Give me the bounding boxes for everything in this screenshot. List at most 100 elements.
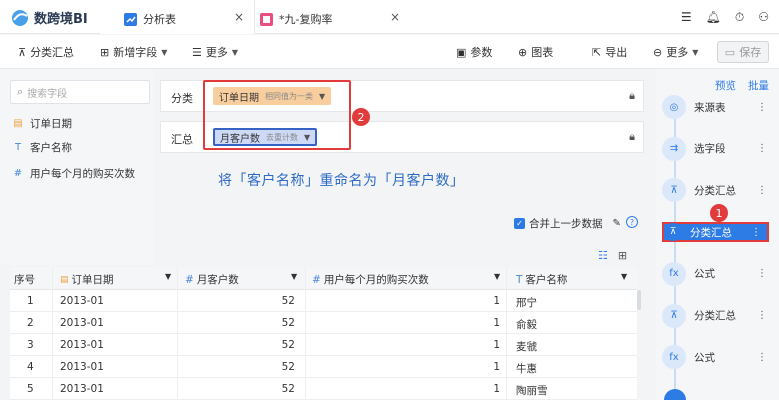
analysis-icon — [124, 12, 137, 26]
view-toggle: ☷ ⊞ — [598, 249, 627, 262]
group-summary-label: 分类汇总 — [30, 46, 75, 59]
chevron-down-icon[interactable]: ▼ — [621, 272, 627, 281]
more-left-button[interactable]: ☰ 更多 ▼ — [192, 44, 238, 60]
add-field-button[interactable]: ⊞ 新增字段 ▼ — [100, 44, 167, 60]
more-vertical-icon[interactable]: ⋮ — [757, 268, 767, 279]
more-vertical-icon[interactable]: ⋮ — [757, 143, 767, 154]
more-vertical-icon[interactable]: ⋮ — [751, 227, 761, 238]
help-icon[interactable]: ? — [626, 216, 638, 228]
table-cell: 2013-01 — [60, 383, 104, 395]
table-cell: 1 — [493, 383, 500, 395]
table-cell: 邢宁 — [516, 297, 537, 309]
more-vertical-icon[interactable]: ⋮ — [757, 185, 767, 196]
field-label: 客户名称 — [30, 142, 72, 154]
table-cell: 52 — [281, 361, 295, 373]
save-button[interactable]: ▭ 保存 — [717, 41, 769, 63]
add-field-icon: ⊞ — [100, 45, 110, 59]
table-row[interactable]: 5 2013-01 52 1 陶丽雪 — [10, 378, 637, 400]
chart-button[interactable]: ⊕ 图表 — [518, 44, 553, 60]
table-row[interactable]: 2 2013-01 52 1 俞毅 — [10, 312, 637, 334]
field-monthly-purchases[interactable]: # 用户每个月的购买次数 — [12, 166, 135, 181]
params-label: 参数 — [470, 46, 493, 59]
step-label: 分类汇总 — [694, 310, 736, 322]
user-icon[interactable]: ⚇ — [758, 10, 769, 25]
col-header-monthly-customers[interactable]: # 月客户数 — [185, 272, 239, 287]
save-label: 保存 — [739, 46, 762, 59]
table-cell: 1 — [493, 295, 500, 307]
header-label: 用户每个月的购买次数 — [323, 274, 429, 286]
col-header-monthly-purchases[interactable]: # 用户每个月的购买次数 — [312, 272, 429, 287]
table-cell: 麦虢 — [516, 341, 537, 353]
list-icon[interactable]: ☰ — [681, 10, 692, 25]
more-vertical-icon[interactable]: ⋮ — [757, 102, 767, 113]
table-scrollbar[interactable] — [637, 290, 641, 310]
chevron-down-icon: ▼ — [692, 47, 699, 57]
pen-icon[interactable]: ✎ — [613, 218, 621, 229]
lock-icon[interactable]: 🔒︎ — [629, 89, 635, 103]
date-icon: ▤ — [60, 274, 69, 285]
table-cell: 52 — [281, 383, 295, 395]
table-cell: 52 — [281, 339, 295, 351]
params-button[interactable]: ▣ 参数 — [456, 44, 492, 60]
bell-icon[interactable]: 🔔︎ — [706, 10, 721, 25]
table-row[interactable]: 4 2013-01 52 1 牛惠 — [10, 356, 637, 378]
col-header-customer-name[interactable]: T 客户名称 — [516, 272, 567, 287]
flow-step[interactable]: ⊼ 分类汇总 ⋮ — [662, 178, 773, 203]
text-icon: T — [14, 142, 22, 153]
table-header: 序号 ▤ 订单日期 ▼ # 月客户数 ▼ # 用户每个月的购买次数 ▼ T 客户… — [10, 267, 637, 290]
field-order-date[interactable]: ▤ 订单日期 — [12, 116, 72, 131]
flow-step[interactable]: ⊼ 分类汇总 ⋮ — [662, 222, 769, 242]
chevron-down-icon[interactable]: ▼ — [291, 272, 297, 281]
logo-icon — [12, 9, 28, 26]
list-view-icon[interactable]: ☷ — [598, 249, 608, 262]
grid-view-icon[interactable]: ⊞ — [618, 249, 627, 262]
header-label: 月客户数 — [196, 274, 239, 286]
tab-repurchase[interactable]: *九-复购率 × — [258, 0, 408, 34]
more-right-label: 更多 — [666, 46, 689, 59]
more-vertical-icon[interactable]: ⋮ — [757, 310, 767, 321]
preview-link[interactable]: 预览 — [715, 78, 736, 93]
group-summary-button[interactable]: ⊼ 分类汇总 — [18, 44, 74, 60]
col-header-order-date[interactable]: ▤ 订单日期 — [60, 272, 114, 287]
batch-link[interactable]: 批量 — [748, 78, 769, 93]
chevron-down-icon: ▼ — [231, 47, 239, 57]
header-label: 订单日期 — [71, 274, 114, 286]
more-right-button[interactable]: ⊖ 更多 ▼ — [653, 44, 698, 60]
data-table: 序号 ▤ 订单日期 ▼ # 月客户数 ▼ # 用户每个月的购买次数 ▼ T 客户… — [10, 267, 637, 400]
flow-step[interactable]: fx 公式 ⋮ — [662, 261, 773, 286]
tab-analysis[interactable]: 分析表 × — [100, 0, 255, 34]
table-row[interactable]: 1 2013-01 52 1 邢宁 — [10, 290, 637, 312]
close-icon[interactable]: × — [234, 10, 244, 24]
field-label: 订单日期 — [30, 118, 72, 130]
flow-step[interactable]: ◎ 来源表 ⋮ — [662, 95, 773, 119]
more-vertical-icon[interactable]: ⋮ — [757, 352, 767, 363]
chart-label: 图表 — [531, 46, 554, 59]
flow-step[interactable]: fx 公式 ⋮ — [662, 345, 773, 370]
timer-icon[interactable]: ⏱︎ — [735, 10, 744, 25]
search-input[interactable]: ⌕ 搜索字段 — [10, 80, 150, 104]
field-customer-name[interactable]: T 客户名称 — [12, 140, 72, 155]
tab-label: 分析表 — [143, 13, 176, 26]
table-cell: 5 — [27, 383, 34, 395]
table-cell: 俞毅 — [516, 319, 537, 331]
table-cell: 52 — [281, 295, 295, 307]
export-button[interactable]: ⇱ 导出 — [592, 44, 627, 60]
group-by-label: 分类 — [171, 92, 193, 105]
checkbox-checked-icon[interactable]: ✓ — [514, 218, 525, 229]
table-cell: 4 — [27, 361, 34, 373]
close-icon[interactable]: × — [390, 10, 400, 24]
flow-step[interactable]: ⊼ 分类汇总 ⋮ — [662, 303, 773, 328]
flow-step[interactable]: ⇉ 选字段 ⋮ — [662, 136, 773, 161]
summary-label: 汇总 — [171, 133, 193, 146]
step-label: 选字段 — [694, 143, 726, 156]
chevron-down-icon[interactable]: ▼ — [165, 272, 171, 281]
table-cell: 2013-01 — [60, 339, 104, 351]
table-cell: 2013-01 — [60, 361, 104, 373]
toolbar: ⊼ 分类汇总 ⊞ 新增字段 ▼ ☰ 更多 ▼ ▣ 参数 ⊕ 图表 ⇱ 导出 ⊖ … — [0, 35, 779, 69]
step-label: 分类汇总 — [694, 184, 736, 197]
chevron-down-icon[interactable]: ▼ — [494, 272, 500, 281]
top-bar: 数跨境BI 分析表 × *九-复购率 × ☰ 🔔︎ ⏱︎ ⚇ — [0, 0, 779, 34]
lock-icon[interactable]: 🔒︎ — [629, 130, 635, 144]
table-row[interactable]: 3 2013-01 52 1 麦虢 — [10, 334, 637, 356]
merge-checkbox[interactable]: ✓ 合并上一步数据 ✎ — [514, 216, 621, 231]
